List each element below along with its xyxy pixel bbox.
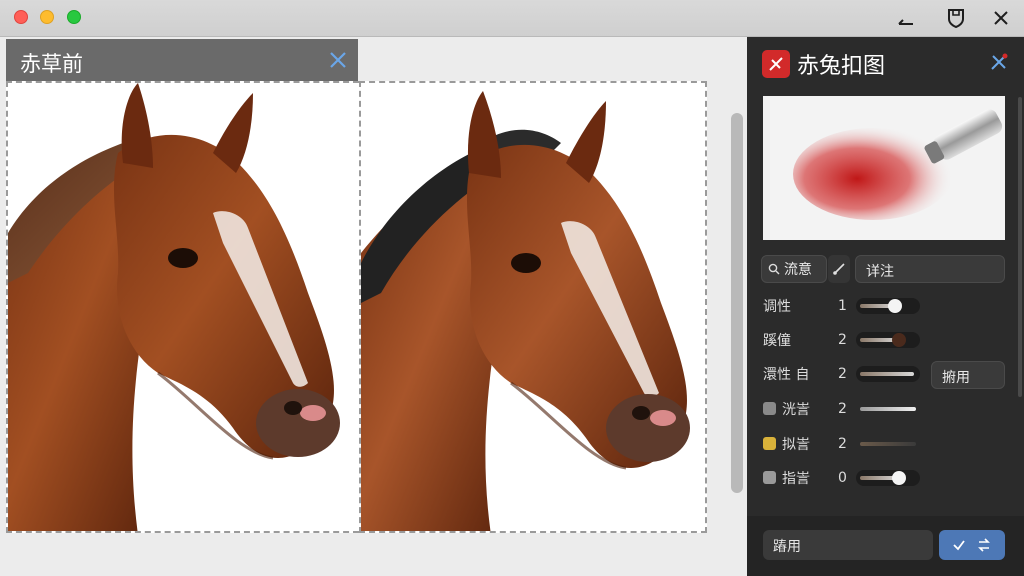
setting-label: 拟訔 (782, 437, 810, 453)
close-window-button[interactable] (14, 10, 28, 24)
setting-value: 2 (838, 332, 847, 348)
output-field[interactable]: 蹖用 (763, 530, 933, 560)
setting-label: 蹊僮 (763, 333, 791, 349)
setting-row: 洸訔 2 (763, 396, 916, 422)
image-scrollbar-thumb[interactable] (731, 113, 743, 493)
search-icon (768, 263, 780, 275)
setting-row: 指訔 0 (763, 465, 920, 491)
brush-preview (763, 96, 1005, 240)
tool-panel: 赤兔扣图 流意 详注 调性 1 蹊僮 2 澴性 自 2 捬用 洸訔 2 拟訔 2… (747, 37, 1024, 576)
setting-slider[interactable] (856, 332, 920, 348)
setting-row: 蹊僮 2 (763, 327, 920, 353)
setting-slider[interactable] (856, 401, 920, 417)
setting-row: 调性 1 (763, 293, 920, 319)
setting-slider[interactable] (856, 298, 920, 314)
app-logo-icon (762, 50, 790, 78)
tab-header: 赤草前 (6, 39, 358, 81)
after-image-frame[interactable] (359, 81, 707, 533)
color-swatch[interactable] (763, 402, 776, 415)
shield-icon[interactable] (943, 6, 969, 30)
panel-title: 赤兔扣图 (797, 54, 886, 79)
setting-label: 调性 (763, 299, 791, 315)
title-bar (0, 0, 1024, 37)
close-icon[interactable] (988, 6, 1014, 30)
brush-tool-button[interactable] (828, 255, 850, 283)
setting-value: 2 (838, 401, 847, 417)
setting-row: 澴性 自 2 (763, 361, 920, 387)
setting-value: 2 (838, 366, 847, 382)
confirm-button[interactable] (939, 530, 1005, 560)
before-image-frame[interactable] (6, 81, 359, 533)
panel-scrollbar[interactable] (1018, 97, 1022, 397)
setting-value: 0 (838, 470, 847, 486)
note-field[interactable]: 详注 (855, 255, 1005, 283)
tab-title: 赤草前 (20, 52, 83, 76)
close-tab-icon[interactable] (328, 50, 348, 70)
brush-icon (833, 263, 845, 275)
setting-value: 1 (838, 298, 847, 314)
zoom-window-button[interactable] (67, 10, 81, 24)
swap-icon (978, 538, 990, 552)
apply-button[interactable]: 捬用 (931, 361, 1005, 389)
color-swatch[interactable] (763, 437, 776, 450)
setting-label: 指訔 (782, 471, 810, 487)
before-horse-image (8, 83, 340, 531)
setting-label: 澴性 自 (763, 367, 810, 383)
pin-icon[interactable] (988, 51, 1010, 73)
setting-value: 2 (838, 436, 847, 452)
setting-label: 洸訔 (782, 402, 810, 418)
panel-footer: 蹖用 (747, 516, 1024, 576)
app-window: 赤草前 赤兔扣图 流意 详注 调性 1 蹊僮 2 澴性 自 2 捬用 洸訔 2 … (0, 0, 1024, 576)
search-chip[interactable]: 流意 (761, 255, 827, 283)
setting-slider[interactable] (856, 436, 920, 452)
setting-slider[interactable] (856, 366, 920, 382)
color-swatch[interactable] (763, 471, 776, 484)
setting-row: 拟訔 2 (763, 431, 916, 457)
minimize-icon[interactable] (893, 6, 919, 30)
search-chip-label: 流意 (784, 262, 812, 278)
setting-slider[interactable] (856, 470, 920, 486)
minimize-window-button[interactable] (40, 10, 54, 24)
check-icon (953, 540, 965, 551)
after-horse-image (361, 91, 690, 531)
comparison-pane: 赤草前 (0, 37, 747, 576)
